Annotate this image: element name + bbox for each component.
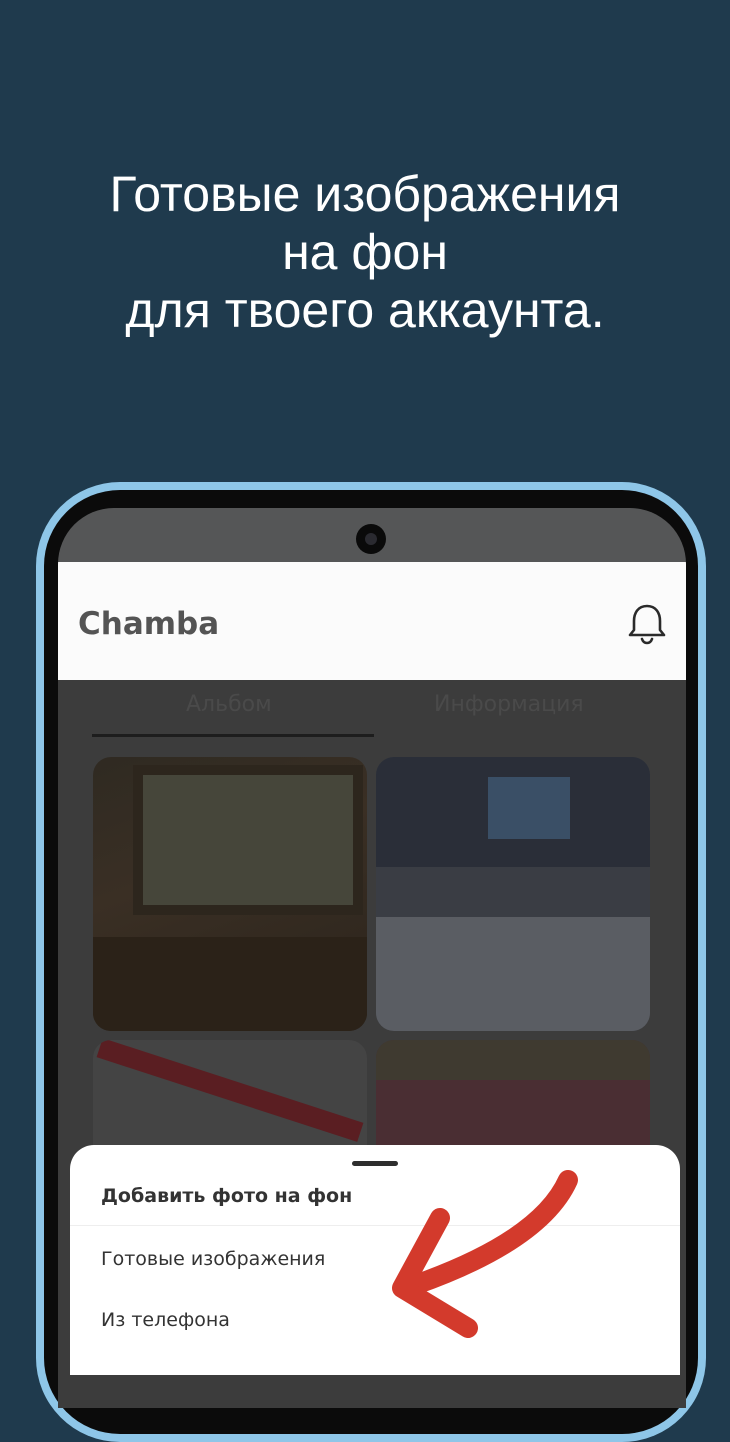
- front-camera: [356, 524, 386, 554]
- tab-album[interactable]: Альбом: [186, 692, 272, 717]
- bell-icon[interactable]: [624, 600, 670, 646]
- photo-ribbon-detail: [96, 1040, 364, 1142]
- headline-line-1: Готовые изображения: [109, 166, 621, 222]
- tab-indicator: [92, 734, 374, 737]
- photo-window-detail: [133, 765, 363, 915]
- sheet-divider: [70, 1225, 680, 1226]
- album-photo-hockey[interactable]: [376, 757, 650, 1031]
- album-photo-room[interactable]: [93, 757, 367, 1031]
- headline-line-2: на фон: [282, 224, 448, 280]
- option-from-phone[interactable]: Из телефона: [101, 1309, 230, 1331]
- bottom-sheet: Добавить фото на фон Готовые изображения…: [70, 1145, 680, 1375]
- promo-headline: Готовые изображения на фон для твоего ак…: [0, 165, 730, 339]
- photo-scoreboard-detail: [488, 777, 570, 839]
- tab-information[interactable]: Информация: [434, 692, 584, 717]
- app-bar: Chamba: [58, 562, 686, 680]
- red-arrow-icon: [392, 1170, 578, 1338]
- option-ready-images[interactable]: Готовые изображения: [101, 1248, 325, 1270]
- photo-top-detail: [376, 1040, 650, 1080]
- photo-floor-detail: [93, 937, 367, 1031]
- photo-ice-detail: [376, 917, 650, 1031]
- status-bar: [58, 508, 686, 562]
- app-title: Chamba: [78, 606, 220, 642]
- sheet-title: Добавить фото на фон: [101, 1185, 353, 1207]
- headline-line-3: для твоего аккаунта.: [125, 282, 605, 338]
